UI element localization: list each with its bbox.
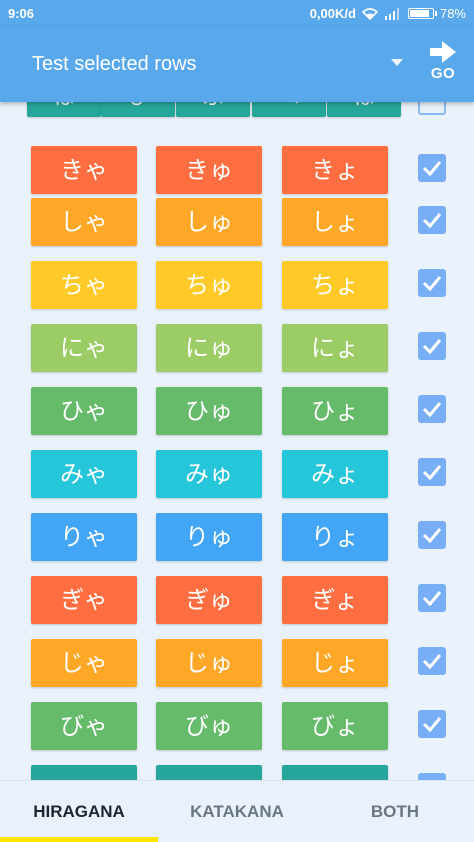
kana-button[interactable]: ぎゃ [31, 576, 137, 624]
kana-button[interactable]: みゅ [156, 450, 262, 498]
go-label: GO [430, 65, 456, 82]
kana-row: りゃ りゅ りょ [0, 513, 474, 561]
row-checkbox[interactable] [418, 102, 446, 115]
kana-row: びゃ びゅ びょ [0, 702, 474, 750]
check-icon [422, 528, 442, 544]
check-icon [422, 402, 442, 418]
kana-button[interactable]: きゃ [31, 146, 137, 194]
tab-katakana[interactable]: KATAKANA [158, 781, 316, 842]
kana-button[interactable] [156, 765, 262, 780]
check-icon [422, 465, 442, 481]
battery-icon [407, 8, 437, 19]
battery-fill [409, 10, 429, 17]
tab-indicator [0, 837, 158, 842]
row-checkbox[interactable] [418, 647, 446, 675]
kana-button[interactable]: しゅ [156, 198, 262, 246]
check-icon [422, 591, 442, 607]
row-checkbox[interactable] [418, 206, 446, 234]
kana-list[interactable]: はひふへほきゃきゅきょしゃしゅしょちゃちゅちょにゃにゅにょひゃひゅひょみゃみゅみ… [0, 102, 474, 780]
arrow-right-icon [430, 41, 456, 63]
kana-button[interactable]: ふ [176, 102, 250, 117]
kana-button[interactable]: ぎょ [282, 576, 388, 624]
tab-hiragana[interactable]: HIRAGANA [0, 781, 158, 842]
check-icon [422, 213, 442, 229]
kana-button[interactable]: きゅ [156, 146, 262, 194]
row-checkbox[interactable] [418, 710, 446, 738]
kana-button[interactable]: ちょ [282, 261, 388, 309]
mode-dropdown[interactable]: Test selected rows [0, 26, 410, 102]
kana-button[interactable]: みゃ [31, 450, 137, 498]
check-icon [422, 161, 442, 177]
tab-both[interactable]: BOTH [316, 781, 474, 842]
mode-label: Test selected rows [32, 53, 197, 75]
tab-bar: HIRAGANA KATAKANA BOTH [0, 780, 474, 842]
kana-row: ぎゃ ぎゅ ぎょ [0, 576, 474, 624]
status-icons: 0,00K/d 78% [310, 6, 466, 21]
check-icon [422, 276, 442, 292]
row-checkbox[interactable] [418, 269, 446, 297]
signal-icon [384, 7, 400, 20]
kana-button[interactable]: みょ [282, 450, 388, 498]
status-bar: 9:06 0,00K/d 78% [0, 0, 474, 26]
kana-row: しゃ しゅ しょ [0, 198, 474, 246]
kana-button[interactable]: きょ [282, 146, 388, 194]
row-checkbox[interactable] [418, 773, 446, 780]
check-icon [422, 654, 442, 670]
kana-row: ひゃ ひゅ ひょ [0, 387, 474, 435]
kana-button[interactable]: ひょ [282, 387, 388, 435]
check-icon [418, 773, 446, 780]
kana-button[interactable]: ぎゅ [156, 576, 262, 624]
kana-row: はひふへほ [0, 102, 474, 125]
app-bar: Test selected rows GO [0, 26, 474, 102]
kana-button[interactable] [31, 765, 137, 780]
kana-button[interactable]: ちゅ [156, 261, 262, 309]
kana-button[interactable]: びゅ [156, 702, 262, 750]
network-speed: 0,00K/d [309, 6, 356, 21]
kana-button[interactable]: りょ [282, 513, 388, 561]
kana-button[interactable]: しゃ [31, 198, 137, 246]
wifi-icon [361, 7, 378, 20]
row-checkbox[interactable] [418, 395, 446, 423]
kana-button[interactable]: ひゅ [156, 387, 262, 435]
kana-row: ちゃ ちゅ ちょ [0, 261, 474, 309]
kana-button[interactable]: は [27, 102, 101, 117]
kana-button[interactable]: ちゃ [31, 261, 137, 309]
kana-button[interactable]: じょ [282, 639, 388, 687]
kana-button[interactable]: じゃ [31, 639, 137, 687]
kana-button[interactable]: ほ [327, 102, 401, 117]
row-checkbox[interactable] [418, 584, 446, 612]
kana-button[interactable]: りゅ [156, 513, 262, 561]
row-checkbox[interactable] [418, 458, 446, 486]
kana-button[interactable]: びゃ [31, 702, 137, 750]
kana-button[interactable]: にゃ [31, 324, 137, 372]
kana-row [0, 765, 474, 780]
kana-button[interactable]: にゅ [156, 324, 262, 372]
go-button[interactable]: GO [420, 40, 466, 90]
check-icon [422, 717, 442, 733]
kana-row: きゃ きゅ きょ [0, 146, 474, 194]
kana-button[interactable]: へ [252, 102, 326, 117]
check-icon [422, 339, 442, 355]
kana-button[interactable]: にょ [282, 324, 388, 372]
row-checkbox[interactable] [418, 154, 446, 182]
kana-button[interactable]: しょ [282, 198, 388, 246]
kana-button[interactable]: びょ [282, 702, 388, 750]
dropdown-arrow-icon [391, 59, 403, 66]
kana-row: にゃ にゅ にょ [0, 324, 474, 372]
row-checkbox[interactable] [418, 521, 446, 549]
kana-row: みゃ みゅ みょ [0, 450, 474, 498]
row-checkbox[interactable] [418, 332, 446, 360]
kana-button[interactable]: ひ [101, 102, 175, 117]
kana-button[interactable]: りゃ [31, 513, 137, 561]
kana-button[interactable]: じゅ [156, 639, 262, 687]
kana-row: じゃ じゅ じょ [0, 639, 474, 687]
kana-button[interactable] [282, 765, 388, 780]
battery-percent: 78% [439, 6, 466, 21]
status-time: 9:06 [8, 6, 35, 21]
kana-button[interactable]: ひゃ [31, 387, 137, 435]
